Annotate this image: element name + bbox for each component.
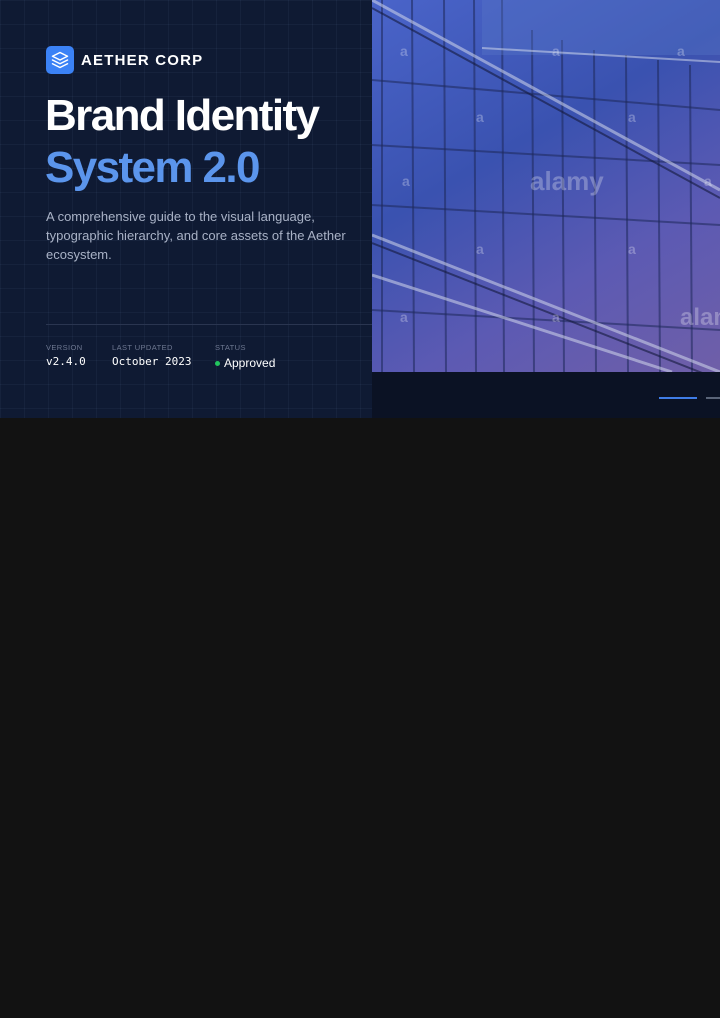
svg-text:a: a	[552, 309, 560, 325]
page-title-accent: System 2.0	[45, 143, 261, 192]
hero-section: alamy alamy a a a a a a a a a a a	[0, 0, 720, 418]
slide-indicator-active[interactable]	[659, 397, 697, 399]
status-badge: Approved	[224, 356, 276, 370]
glass-building-image: alamy alamy a a a a a a a a a a a	[372, 0, 720, 372]
svg-text:a: a	[552, 43, 560, 59]
last-updated-value: October 2023	[112, 355, 192, 368]
svg-text:a: a	[402, 173, 410, 189]
svg-text:a: a	[628, 241, 636, 257]
svg-text:a: a	[704, 173, 712, 189]
brand-name: AETHER CORP	[81, 51, 204, 69]
version-value: v2.4.0	[46, 355, 86, 368]
svg-text:alamy: alamy	[530, 166, 604, 196]
svg-text:a: a	[677, 43, 685, 59]
layers-icon	[46, 46, 74, 74]
last-updated-label: LAST UPDATED	[112, 343, 173, 352]
slider-strip	[372, 372, 720, 418]
page-title: Brand Identity	[45, 91, 320, 140]
meta-divider	[46, 324, 372, 325]
slide-indicator[interactable]	[706, 397, 720, 399]
status-dot-icon	[215, 361, 220, 366]
svg-text:a: a	[628, 109, 636, 125]
version-label: VERSION	[46, 343, 83, 352]
svg-text:a: a	[476, 241, 484, 257]
status-label: STATUS	[215, 343, 246, 352]
svg-text:a: a	[476, 109, 484, 125]
brand-header[interactable]: AETHER CORP	[46, 46, 203, 74]
svg-text:alamy: alamy	[680, 304, 720, 331]
svg-text:a: a	[400, 43, 408, 59]
svg-text:a: a	[400, 309, 408, 325]
hero-description: A comprehensive guide to the visual lang…	[46, 209, 346, 262]
hero-photo: alamy alamy a a a a a a a a a a a	[372, 0, 720, 372]
